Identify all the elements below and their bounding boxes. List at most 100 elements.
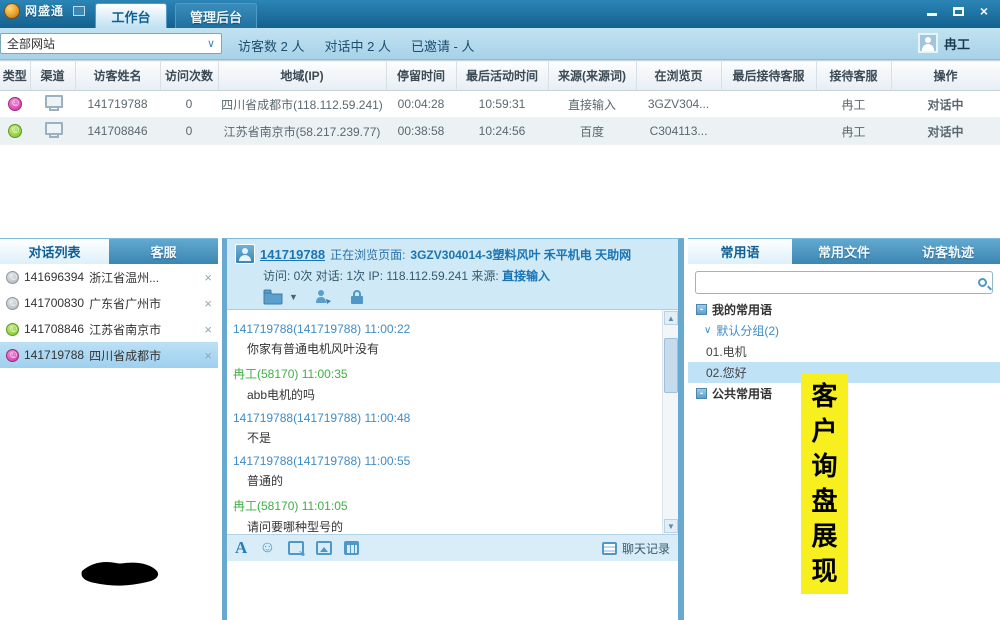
col-last-active[interactable]: 最后活动时间 [456,61,548,91]
collapse-icon[interactable]: - [696,304,707,315]
annotation-char: 户 [811,418,837,444]
close-icon[interactable]: × [204,296,212,311]
collapse-icon[interactable]: - [696,388,707,399]
close-icon[interactable]: × [204,270,212,285]
message-time: 11:00:22 [364,322,410,336]
phrase-search-box[interactable] [695,271,993,294]
search-icon[interactable] [978,278,987,287]
tab-visitor-track[interactable]: 访客轨迹 [896,239,1000,264]
col-last-agent[interactable]: 最后接待客服 [721,61,816,91]
magenta-face-icon [8,97,22,111]
col-visit-count[interactable]: 访问次数 [160,61,218,91]
folder-icon[interactable] [263,289,283,305]
browsing-page-title[interactable]: 3GZV304014-3塑料风叶 禾平机电 天助网 [410,246,631,263]
stat-visitor-count: 访客数 2 人 [238,36,304,55]
tree-group-label: 我的常用语 [712,301,772,318]
tab-workbench[interactable]: 工作台 [95,3,167,28]
message-header: 141719788(141719788) 11:00:48 [233,411,656,425]
col-action[interactable]: 操作 [891,61,1000,91]
col-visitor-name[interactable]: 访客姓名 [75,61,160,91]
send-image-icon[interactable] [316,541,332,555]
emoticon-icon[interactable]: ☺ [259,539,275,557]
tab-quick-phrases[interactable]: 常用语 [688,239,792,264]
col-type[interactable]: 类型 [0,61,30,91]
tab-quick-files[interactable]: 常用文件 [792,239,896,264]
window-controls: × [924,4,992,18]
phrase-item[interactable]: 01.电机 [688,341,1000,362]
cell-source: 百度 [548,118,636,145]
close-button[interactable]: × [976,4,992,18]
transfer-chat-icon[interactable] [314,289,334,305]
close-icon[interactable]: × [204,348,212,363]
lock-icon[interactable] [350,289,364,305]
list-item[interactable]: 141696394 浙江省温州... × [0,264,218,290]
visitor-stats: 访客数 2 人 对话中 2 人 已邀请 - 人 [238,36,475,55]
logo-window-icon [73,6,85,16]
quick-panel-tab-bar: 常用语 常用文件 访客轨迹 [688,238,1000,264]
chat-history-label: 聊天记录 [622,540,670,557]
monitor-icon [45,95,61,110]
font-icon[interactable]: A [235,538,247,558]
cell-action-status[interactable]: 对话中 [891,118,1000,145]
chat-message-area: 141719788(141719788) 11:00:22 你家有普通电机风叶没… [227,309,678,534]
maximize-button[interactable] [950,4,966,18]
scroll-up-icon[interactable]: ▲ [664,311,678,325]
calculator-icon[interactable] [344,541,359,555]
cell-browsing-page-link[interactable]: C304113... [636,118,721,145]
gray-face-icon [6,297,19,310]
cell-last-active: 10:59:31 [456,91,548,118]
chat-input-area[interactable] [227,561,678,620]
table-row[interactable]: 141708846 0 江苏省南京市(58.217.239.77) 00:38:… [0,118,1000,145]
visit-source: 直接输入 [502,269,550,283]
message-time: 11:00:35 [302,367,348,381]
col-source[interactable]: 来源(来源词) [548,61,636,91]
list-item-selected[interactable]: 141719788 四川省成都市 × [0,342,218,368]
message-sender: 冉工(58170) [233,367,298,381]
tree-subgroup-default[interactable]: ∨ 默认分组(2) [688,320,1000,341]
current-agent[interactable]: 冉工 [918,33,970,53]
cell-action-status[interactable]: 对话中 [891,91,1000,118]
scrollbar-thumb[interactable] [664,338,678,393]
logo-globe-icon [4,3,20,19]
col-region-ip[interactable]: 地域(IP) [218,61,386,91]
tab-conversation-list[interactable]: 对话列表 [0,239,109,264]
notebook-icon [602,542,617,555]
chevron-down-icon[interactable]: ▼ [289,292,298,302]
gray-face-icon [6,271,19,284]
monitor-icon [45,122,61,137]
chat-scrollbar[interactable]: ▲ ▼ [662,310,678,534]
cell-browsing-page-link[interactable]: 3GZV304... [636,91,721,118]
message-header: 141719788(141719788) 11:00:22 [233,322,656,336]
table-row[interactable]: 141719788 0 四川省成都市(118.112.59.241) 00:04… [0,91,1000,118]
col-browsing-page[interactable]: 在浏览页 [636,61,721,91]
message-text: abb电机的吗 [247,386,656,403]
search-input[interactable] [701,276,978,290]
green-face-icon [6,323,19,336]
tab-admin-backend[interactable]: 管理后台 [175,3,257,28]
annotation-char: 询 [811,453,837,479]
tab-agents[interactable]: 客服 [109,239,218,264]
site-filter-dropdown[interactable]: 全部网站 ∨ [0,33,222,54]
chat-visitor-id-link[interactable]: 141719788 [260,247,325,262]
col-stay-time[interactable]: 停留时间 [386,61,456,91]
screenshot-icon[interactable] [288,541,304,555]
list-item[interactable]: 141708846 江苏省南京市 × [0,316,218,342]
scroll-down-icon[interactable]: ▼ [664,519,678,533]
chat-history-button[interactable]: 聊天记录 [602,540,670,557]
minimize-button[interactable] [924,4,940,18]
message-text: 不是 [247,429,656,446]
agent-name: 冉工 [944,34,970,53]
message-text: 普通的 [247,472,656,489]
annotation-char: 展 [811,523,837,549]
col-agent[interactable]: 接待客服 [816,61,891,91]
stat-chatting-count: 对话中 2 人 [324,36,390,55]
green-face-icon [8,124,22,138]
col-channel[interactable]: 渠道 [30,61,75,91]
app-logo: 网盛通 [4,2,85,19]
list-item[interactable]: 141700830 广东省广州市 × [0,290,218,316]
message-text: 请问要哪种型号的 [247,518,656,534]
tree-group-my-phrases[interactable]: - 我的常用语 [688,299,1000,320]
conversation-region: 广东省广州市 [89,295,161,312]
close-icon[interactable]: × [204,322,212,337]
cell-visit-count: 0 [160,91,218,118]
